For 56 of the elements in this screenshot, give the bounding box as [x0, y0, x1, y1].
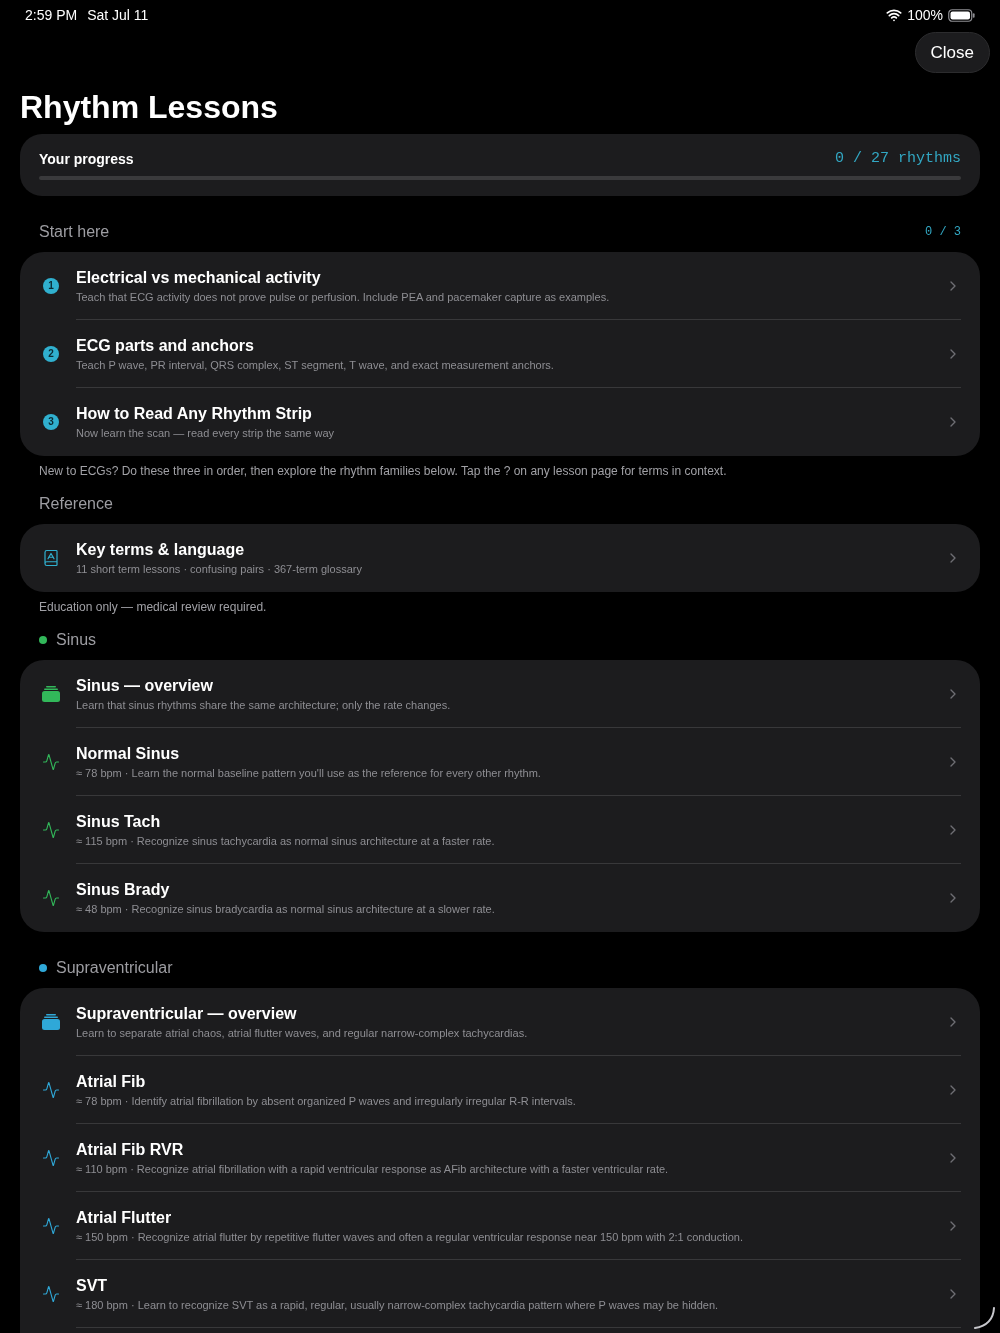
resize-handle-icon[interactable] — [974, 1307, 996, 1329]
status-date: Sat Jul 11 — [87, 5, 149, 25]
status-time: 2:59 PM — [25, 5, 78, 25]
pulse-line-icon — [42, 1217, 60, 1235]
lesson-description: ≈ 78 bpm · Identify atrial fibrillation by absent organized P waves and irregularly irregular R-R intervals. — [76, 1093, 576, 1108]
section-footnote: Education only — medical review required. — [39, 599, 267, 615]
lesson-description: ≈ 115 bpm · Recognize sinus tachycardia as normal sinus architecture at a faster rate. — [76, 833, 495, 848]
lesson-title[interactable]: ECG parts and anchors — [76, 335, 254, 356]
pulse-line-icon — [42, 1081, 60, 1099]
lesson-title[interactable]: Normal Sinus — [76, 743, 180, 764]
progress-count: 0 / 27 rhythms — [834, 148, 961, 169]
lesson-description: Learn that sinus rhythms share the same architecture; only the rate changes. — [76, 697, 451, 712]
lesson-description: Teach that ECG activity does not prove pulse or perfusion. Include PEA and pacemaker capture as examples. — [76, 289, 610, 304]
lesson-description: Teach P wave, PR interval, QRS complex, ST segment, T wave, and exact measurement anchors. — [76, 357, 554, 372]
lesson-description: ≈ 150 bpm · Recognize atrial flutter by repetitive flutter waves and often a regular ventricular response near 150 bpm with 2:1 conduction. — [76, 1229, 743, 1244]
section-heading: Start here — [39, 222, 110, 242]
lesson-title[interactable]: Atrial Fib RVR — [76, 1139, 184, 1160]
lesson-title[interactable]: Key terms & language — [76, 540, 245, 560]
pulse-line-icon — [42, 753, 60, 771]
lesson-title[interactable]: Sinus Tach — [76, 811, 161, 832]
lesson-title[interactable]: Atrial Flutter — [76, 1207, 172, 1228]
wifi-icon — [886, 7, 903, 23]
progress-label: Your progress — [39, 149, 134, 169]
lesson-title[interactable]: How to Read Any Rhythm Strip — [76, 404, 312, 424]
step-number: 3 — [43, 414, 59, 430]
lesson-title[interactable]: Sinus Brady — [76, 880, 170, 900]
section-count: 0 / 3 — [925, 224, 961, 241]
lesson-description: ≈ 78 bpm · Learn the normal baseline pattern you'll use as the reference for every other rhythm. — [76, 765, 541, 780]
lesson-description: ≈ 110 bpm · Recognize atrial fibrillation with a rapid ventricular response as AFib architecture with a faster ventricular rate. — [76, 1161, 669, 1176]
stacked-cards-icon — [42, 1014, 60, 1030]
section-footnote: New to ECGs? Do these three in order, then explore the rhythm families below. Tap the ? on any lesson page for terms in context. — [39, 463, 727, 479]
close-button[interactable]: Close — [914, 32, 990, 73]
page-title: Rhythm Lessons — [20, 89, 278, 125]
pulse-line-icon — [42, 1285, 60, 1303]
lesson-description: Learn to separate atrial chaos, atrial flutter waves, and regular narrow-complex tachycardias. — [76, 1025, 528, 1040]
pulse-line-icon — [42, 821, 60, 839]
lesson-title[interactable]: Supraventricular — overview — [76, 1003, 297, 1024]
lesson-title[interactable]: Electrical vs mechanical activity — [76, 267, 321, 288]
lesson-description: ≈ 180 bpm · Learn to recognize SVT as a rapid, regular, usually narrow-complex tachycardia pattern where P waves may be hidden. — [76, 1297, 719, 1312]
lesson-description: Now learn the scan — read every strip the same way — [76, 426, 334, 440]
lesson-title[interactable]: SVT — [76, 1275, 108, 1296]
battery-percent: 100% — [907, 5, 943, 25]
lesson-title[interactable]: Sinus — overview — [76, 675, 213, 696]
lesson-title[interactable]: Atrial Fib — [76, 1071, 146, 1092]
step-number: 1 — [43, 278, 59, 294]
pulse-line-icon — [42, 1149, 60, 1167]
section-heading: Sinus — [56, 630, 97, 650]
section-heading: Reference — [39, 494, 113, 514]
stacked-cards-icon — [42, 686, 60, 702]
lesson-description: 11 short term lessons · confusing pairs · 367-term glossary — [76, 562, 362, 576]
lesson-description: ≈ 48 bpm · Recognize sinus bradycardia as normal sinus architecture at a slower rate. — [76, 902, 495, 916]
pulse-line-icon — [42, 889, 60, 907]
battery-icon — [948, 8, 975, 22]
section-heading: Supraventricular — [56, 958, 173, 978]
book-icon — [42, 549, 60, 567]
step-number: 2 — [43, 346, 59, 362]
